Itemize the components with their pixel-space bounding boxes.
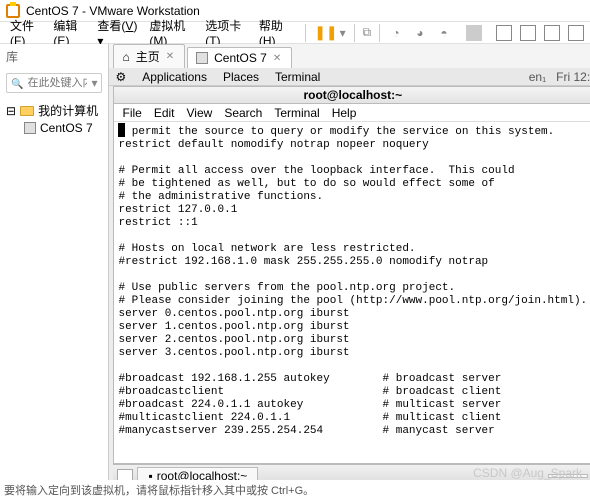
pause-icon[interactable]: ❚❚ (314, 24, 337, 41)
send-icon[interactable]: ⧉ (363, 25, 372, 40)
gnome-lang[interactable]: en₁ (529, 70, 546, 84)
term-menu-terminal[interactable]: Terminal (274, 106, 319, 120)
vmware-icon (6, 4, 20, 18)
library-title: 库 (0, 44, 108, 69)
snapshot-revert-icon[interactable]: ◓ (436, 25, 452, 41)
tab-bar: ⌂ 主页 ✕ CentOS 7 ✕ (109, 44, 590, 68)
fullscreen-icon[interactable] (568, 25, 584, 41)
term-menu-search[interactable]: Search (224, 106, 262, 120)
content-area: ⌂ 主页 ✕ CentOS 7 ✕ ⚙ Applications Places … (109, 44, 590, 500)
vm-tree: ⊟ 我的计算机 CentOS 7 (0, 97, 108, 140)
divider (466, 25, 482, 41)
dropdown-icon[interactable]: ▾ (340, 26, 346, 40)
term-menu-file[interactable]: File (122, 106, 141, 120)
terminal-window-title: root@localhost:~ (113, 86, 590, 104)
close-icon[interactable]: ✕ (166, 51, 174, 62)
folder-icon (20, 106, 34, 116)
collapse-icon[interactable]: ⊟ (6, 104, 16, 118)
layout2-icon[interactable] (520, 25, 536, 41)
divider (305, 24, 306, 42)
terminal-body[interactable]: # permit the source to query or modify t… (114, 122, 590, 463)
vm-icon (196, 52, 208, 64)
tree-root[interactable]: ⊟ 我的计算机 (6, 101, 102, 120)
gnome-apps[interactable]: Applications (142, 70, 207, 84)
tab-home-label: 主页 (136, 48, 160, 65)
close-icon[interactable]: ✕ (273, 53, 281, 64)
tab-home[interactable]: ⌂ 主页 ✕ (113, 44, 185, 68)
tab-centos[interactable]: CentOS 7 ✕ (187, 47, 292, 68)
snapshot-mgr-icon[interactable]: ◕ (412, 25, 428, 41)
tree-vm-item[interactable]: CentOS 7 (6, 120, 102, 136)
menubar: 文件(F) 编辑(E) 查看(V) ▾ 虚拟机(M) 选项卡(T) 帮助(H) … (0, 22, 590, 44)
search-icon (11, 76, 23, 90)
divider (379, 24, 380, 42)
library-search[interactable]: ▾ (6, 73, 102, 93)
layout3-icon[interactable] (544, 25, 560, 41)
taskbar-tray[interactable] (548, 474, 588, 478)
tree-root-label: 我的计算机 (38, 102, 98, 119)
gnome-time: Fri 12: (556, 70, 590, 84)
snapshot-icon[interactable]: ◔ (388, 25, 404, 41)
terminal-menubar: File Edit View Search Terminal Help (114, 104, 590, 122)
gnome-apps-icon[interactable]: ⚙ (115, 70, 126, 84)
layout1-icon[interactable] (496, 25, 512, 41)
terminal-window: File Edit View Search Terminal Help # pe… (113, 104, 590, 464)
home-icon: ⌂ (122, 50, 129, 64)
tree-vm-label: CentOS 7 (40, 121, 93, 135)
search-input[interactable] (27, 77, 87, 89)
term-menu-view[interactable]: View (187, 106, 213, 120)
gnome-terminal[interactable]: Terminal (275, 70, 320, 84)
status-bar: 要将输入定向到该虚拟机，请将鼠标指针移入其中或按 Ctrl+G。 (0, 480, 590, 500)
divider (354, 24, 355, 42)
vm-icon (24, 122, 36, 134)
gnome-top-bar: ⚙ Applications Places Terminal en₁ Fri 1… (109, 68, 590, 86)
library-sidebar: 库 ▾ ⊟ 我的计算机 CentOS 7 (0, 44, 109, 500)
gnome-places[interactable]: Places (223, 70, 259, 84)
tab-centos-label: CentOS 7 (214, 51, 267, 65)
dropdown-icon[interactable]: ▾ (91, 76, 97, 90)
term-menu-help[interactable]: Help (332, 106, 357, 120)
term-menu-edit[interactable]: Edit (154, 106, 175, 120)
